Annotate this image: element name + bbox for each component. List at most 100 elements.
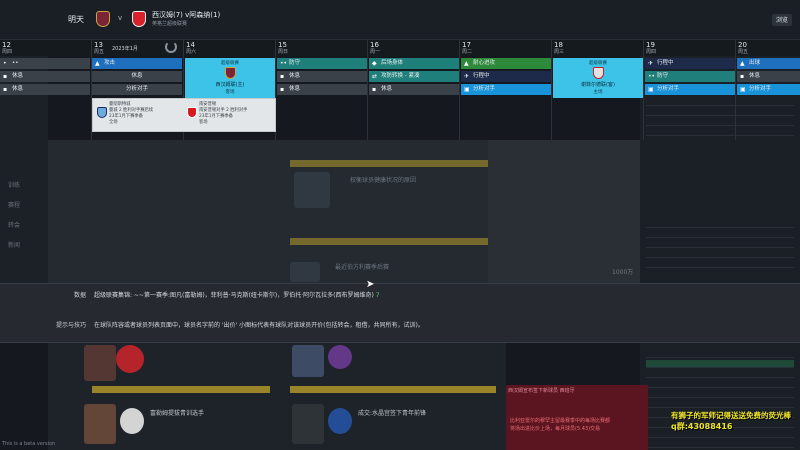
sidebar-item-training[interactable]: 训练	[8, 180, 20, 189]
browse-button[interactable]: 浏览	[772, 14, 793, 26]
sidebar-item-news[interactable]: 新闻	[8, 240, 20, 249]
day-weekday: 周六	[186, 49, 197, 55]
match-opponent: 西汉姆联(主)	[215, 82, 245, 88]
analysis-icon: ▣	[648, 86, 654, 93]
data-text: 超级联赛集锦: ~~第一赛季:图凡(富勒姆)，菲利普·马克斯(纽卡斯尔)，罗伯托…	[94, 290, 380, 299]
match-competition: 超级联赛	[589, 61, 607, 66]
training-session[interactable]: ▪ 休息	[277, 84, 367, 95]
training-session[interactable]: •• 防守	[277, 58, 367, 69]
table-row	[646, 440, 794, 448]
match-card-18[interactable]: 超级联赛 谢菲尔德联(客) 主场	[553, 58, 643, 98]
training-session[interactable]: ◆ 后场身体	[369, 58, 459, 69]
player-photo	[292, 404, 324, 444]
session-label: 分析对手	[657, 86, 680, 92]
rest-icon: ▪	[280, 73, 285, 80]
chat-line: 将场出进比价上场，每月球员(5.43)交易	[510, 426, 601, 432]
data-text-body: 超级联赛集锦: ~~第一赛季:图凡(富勒姆)，菲利普·马克斯(纽卡斯尔)，罗伯托…	[94, 292, 374, 299]
training-session[interactable]: • ••	[0, 58, 90, 69]
training-session[interactable]: ▪ 休息	[277, 71, 367, 82]
day-label: 明天	[68, 15, 84, 24]
training-session[interactable]: 休息	[92, 71, 182, 82]
chat-header: 西汉姆宣布签下新球员 西班牙	[508, 388, 575, 394]
training-session[interactable]: ▲ 出球	[737, 58, 800, 69]
data-label: 数据	[74, 292, 87, 299]
west-ham-crest-icon	[225, 67, 236, 79]
southampton-crest-icon	[187, 107, 197, 118]
training-session[interactable]: ▲ 耐心进攻	[461, 58, 551, 69]
rest-icon: ▪	[372, 86, 377, 93]
session-label: 休息	[131, 73, 143, 79]
day-weekday: 周五	[738, 49, 749, 55]
session-label: 分析对手	[473, 86, 496, 92]
defend-icon: ••	[648, 73, 656, 80]
training-session[interactable]: •• 防守	[645, 71, 735, 82]
session-label: 休息	[749, 73, 761, 79]
next-match-title[interactable]: 西汉姆(7) v阿森纳(1)	[152, 10, 220, 20]
club-crest	[116, 345, 144, 373]
table-row	[646, 370, 794, 378]
news-headline[interactable]: 成交:水晶宫签下青年前锋	[358, 408, 426, 417]
match-venue: 主场	[593, 90, 603, 95]
fixture-item[interactable]: 曼彻斯特城 曼城 2 胜利对手赛后续 23年1月下赛季备 全场	[95, 101, 183, 131]
day-weekday: 周三	[554, 49, 565, 55]
section-bar	[290, 238, 488, 245]
sidebar-item-transfers[interactable]: 转会	[8, 220, 20, 229]
session-label: 耐心进攻	[473, 60, 496, 66]
training-session[interactable]: ▣ 分析对手	[645, 84, 735, 95]
player-photo	[292, 345, 324, 377]
session-label: 休息	[289, 73, 301, 79]
training-session[interactable]: ▲ 攻击	[92, 58, 182, 69]
man-city-crest-icon	[97, 107, 107, 118]
training-session[interactable]: 分析对手	[92, 84, 182, 95]
club-crest	[328, 408, 352, 434]
session-label: 休息	[381, 86, 393, 92]
stream-overlay-qq: q群:43088416	[671, 422, 733, 431]
training-session[interactable]: ▣ 分析对手	[461, 84, 551, 95]
day-weekday: 周二	[462, 49, 473, 55]
match-card-14[interactable]: 超级联赛 西汉姆联(主) 客场	[185, 58, 275, 98]
day-weekday: 周日	[278, 49, 289, 55]
training-session[interactable]: ✈ 行程中	[461, 71, 551, 82]
distribution-icon: ▲	[740, 60, 745, 67]
fixture-venue: 全场	[109, 120, 118, 125]
competition-label: 英格兰超级联赛	[152, 21, 188, 27]
table-row	[646, 230, 794, 238]
training-session[interactable]: ▪ 休息	[369, 84, 459, 95]
rest-icon: ▪	[740, 73, 745, 80]
vs-label: v	[118, 14, 123, 22]
session-label: 休息	[289, 86, 301, 92]
section-bar	[290, 386, 496, 393]
training-session[interactable]: ⇄ 攻防转换 - 紧凑	[369, 71, 459, 82]
club-crest	[120, 408, 144, 434]
training-session[interactable]: ▪ 休息	[0, 71, 90, 82]
top-bar: 明天 v 西汉姆(7) v阿森纳(1) 英格兰超级联赛 浏览	[0, 0, 800, 40]
training-session[interactable]: ▪ 休息	[737, 71, 800, 82]
analysis-icon: ▣	[740, 86, 746, 93]
session-label: 防守	[289, 60, 301, 66]
news-headline[interactable]: 富勒姆提拔青训选手	[150, 408, 204, 417]
section-bar	[290, 160, 488, 167]
travel-icon: ✈	[648, 60, 654, 67]
table-row	[646, 250, 794, 258]
session-label: 攻防转换 - 紧凑	[381, 73, 420, 79]
fixture-item[interactable]: 南安普顿 南安普顿对手 2 胜利对手 23年1月下赛季备 客场	[185, 101, 273, 131]
defend-icon: ••	[280, 60, 288, 67]
training-session[interactable]: ▣ 分析对手	[737, 84, 800, 95]
training-session[interactable]: ▪ 休息	[0, 84, 90, 95]
analysis-icon: ▣	[464, 86, 470, 93]
table-row-highlight	[646, 360, 794, 368]
value-text: 1000万	[612, 269, 634, 276]
table-row	[646, 390, 794, 398]
arsenal-crest-icon	[132, 11, 146, 27]
training-session[interactable]: ✈ 行程中	[645, 58, 735, 69]
sidebar-item-fixtures[interactable]: 赛程	[8, 200, 20, 209]
table-row	[646, 400, 794, 408]
news-photo	[294, 172, 330, 208]
fixture-venue: 客场	[199, 120, 208, 125]
rest-icon: ▪	[3, 73, 8, 80]
fixture-popup[interactable]: 曼彻斯特城 曼城 2 胜利对手赛后续 23年1月下赛季备 全场 南安普顿 南安普…	[92, 98, 276, 132]
day-weekday: 周五	[94, 49, 105, 55]
stream-overlay-text: 有狮子的军师记得送送免费的荧光棒	[671, 411, 791, 420]
table-row	[646, 380, 794, 388]
session-label: 分析对手	[125, 86, 148, 92]
